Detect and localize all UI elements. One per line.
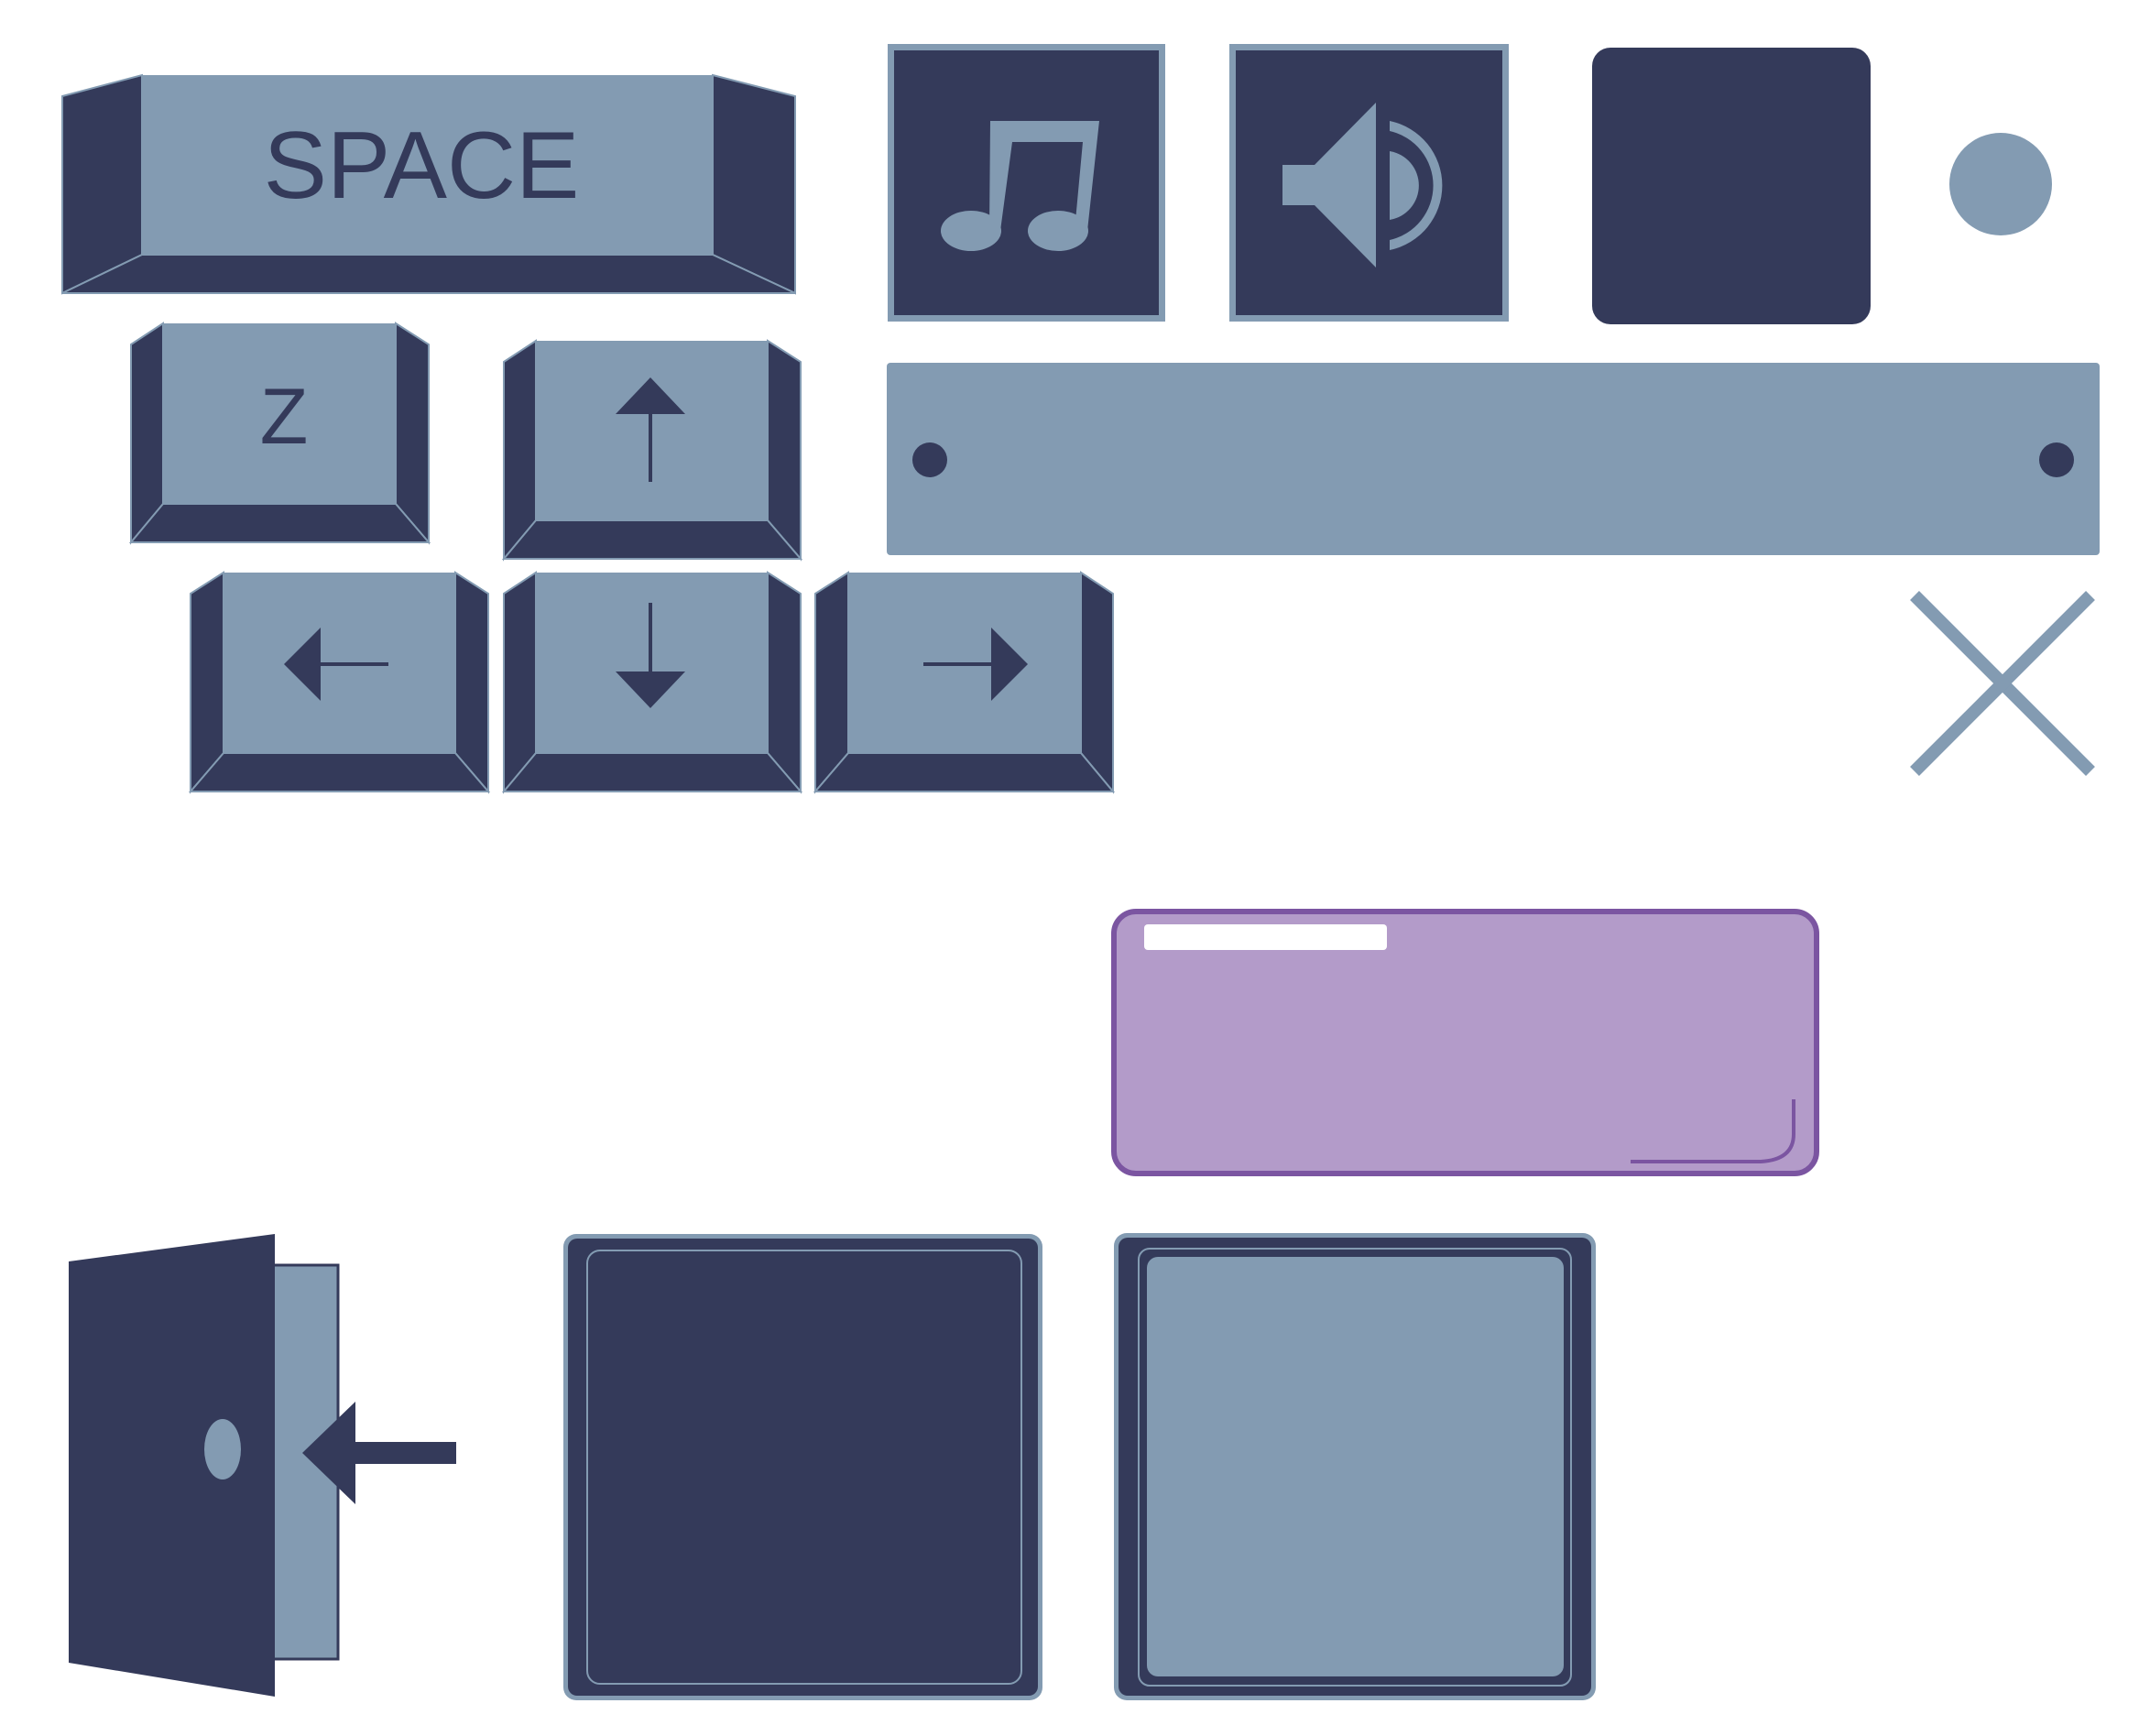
space-key[interactable]: SPACE: [61, 73, 796, 295]
slate-inset-panel: [1114, 1233, 1596, 1700]
exit-door-icon[interactable]: [69, 1234, 456, 1697]
purple-dialog-panel: [1111, 909, 1819, 1176]
z-key-label: Z: [260, 373, 309, 461]
panel-highlight: [1144, 924, 1387, 950]
music-button[interactable]: [888, 44, 1165, 322]
slider-track[interactable]: [887, 363, 2100, 555]
right-arrow-key[interactable]: [813, 571, 1116, 794]
dark-panel: [563, 1234, 1042, 1700]
slider-end-left: [912, 442, 947, 477]
up-arrow-key[interactable]: [501, 339, 803, 562]
down-arrow-key[interactable]: [501, 571, 803, 794]
z-key[interactable]: Z: [128, 322, 431, 545]
sound-button[interactable]: [1229, 44, 1509, 322]
blank-square-tile: [1592, 48, 1871, 324]
game-ui-sprite-sheet: SPACE Z: [61, 44, 2100, 1700]
space-key-label: SPACE: [264, 113, 580, 219]
left-arrow-key[interactable]: [188, 571, 491, 794]
door-knob: [204, 1419, 241, 1479]
close-icon[interactable]: [1910, 591, 2095, 776]
round-dot-button[interactable]: [1949, 133, 2052, 235]
slider-end-right: [2039, 442, 2074, 477]
